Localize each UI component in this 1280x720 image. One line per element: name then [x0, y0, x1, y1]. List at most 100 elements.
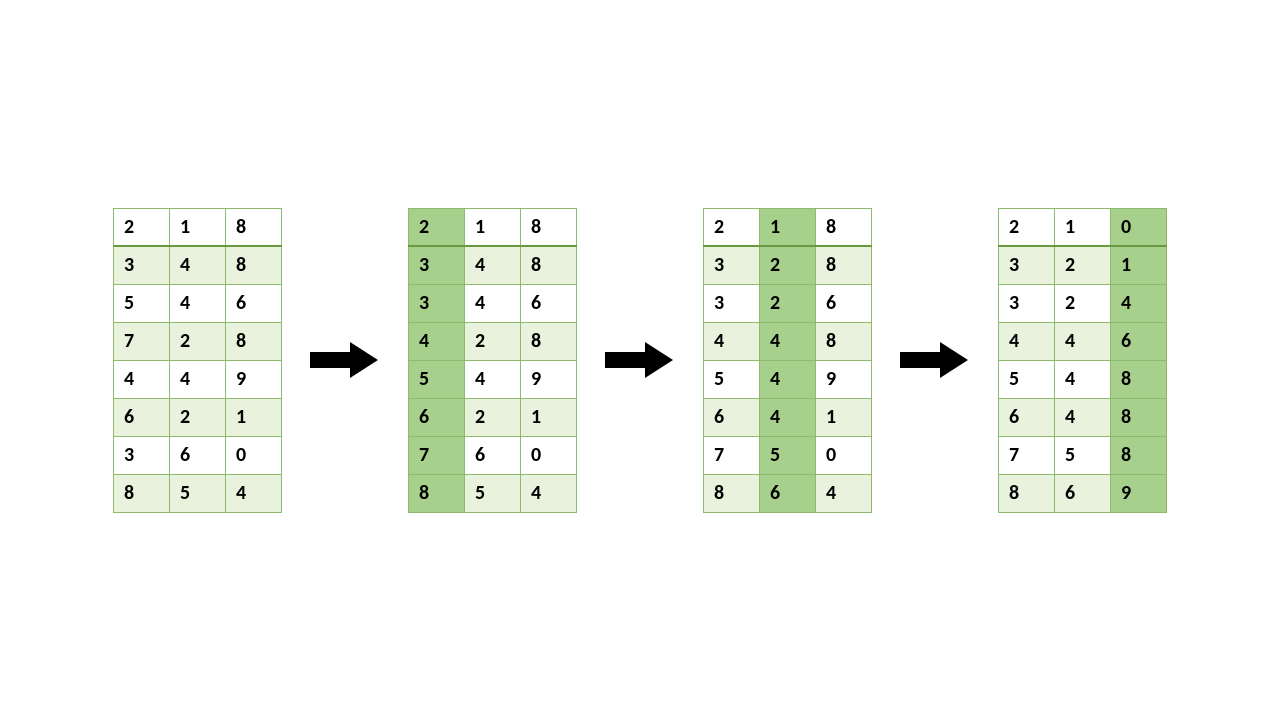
cell: 1	[521, 398, 577, 436]
cell: 4	[409, 322, 465, 360]
arrow-right-icon	[605, 340, 675, 380]
cell: 0	[816, 436, 872, 474]
cell: 1	[1055, 208, 1111, 246]
cell: 6	[816, 284, 872, 322]
cell: 6	[114, 398, 170, 436]
cell: 5	[999, 360, 1055, 398]
cell: 6	[760, 474, 816, 512]
cell: 5	[114, 284, 170, 322]
cell: 2	[1055, 284, 1111, 322]
cell: 3	[114, 246, 170, 284]
cell: 8	[816, 208, 872, 246]
cell: 1	[226, 398, 282, 436]
cell: 4	[1055, 360, 1111, 398]
cell: 4	[1111, 284, 1167, 322]
cell: 4	[465, 360, 521, 398]
cell: 9	[816, 360, 872, 398]
cell: 3	[409, 284, 465, 322]
cell: 1	[760, 208, 816, 246]
cell: 1	[816, 398, 872, 436]
cell: 2	[409, 208, 465, 246]
cell: 2	[760, 284, 816, 322]
cell: 9	[226, 360, 282, 398]
cell: 4	[170, 284, 226, 322]
cell: 9	[1111, 474, 1167, 512]
cell: 8	[1111, 398, 1167, 436]
cell: 4	[465, 246, 521, 284]
cell: 2	[704, 208, 760, 246]
cell: 8	[226, 322, 282, 360]
cell: 8	[114, 474, 170, 512]
cell: 4	[1055, 398, 1111, 436]
cell: 6	[1055, 474, 1111, 512]
arrow-right-icon	[900, 340, 970, 380]
cell: 5	[760, 436, 816, 474]
cell: 7	[704, 436, 760, 474]
cell: 4	[114, 360, 170, 398]
cell: 2	[465, 322, 521, 360]
cell: 4	[760, 322, 816, 360]
cell: 0	[226, 436, 282, 474]
cell: 6	[521, 284, 577, 322]
cell: 4	[704, 322, 760, 360]
cell: 7	[999, 436, 1055, 474]
cell: 4	[170, 246, 226, 284]
cell: 3	[999, 284, 1055, 322]
cell: 8	[521, 246, 577, 284]
cell: 6	[409, 398, 465, 436]
cell: 6	[226, 284, 282, 322]
cell: 6	[1111, 322, 1167, 360]
cell: 3	[704, 246, 760, 284]
cell: 2	[170, 322, 226, 360]
cell: 8	[521, 208, 577, 246]
cell: 9	[521, 360, 577, 398]
sort-diagram: 2183485467284496213608542183483464285496…	[113, 208, 1167, 513]
cell: 8	[226, 208, 282, 246]
cell: 2	[999, 208, 1055, 246]
cell: 1	[170, 208, 226, 246]
cell: 8	[226, 246, 282, 284]
cell: 8	[1111, 436, 1167, 474]
cell: 5	[704, 360, 760, 398]
cell: 2	[465, 398, 521, 436]
cell: 6	[170, 436, 226, 474]
cell: 5	[170, 474, 226, 512]
cell: 7	[114, 322, 170, 360]
cell: 4	[760, 398, 816, 436]
cell: 4	[816, 474, 872, 512]
cell: 4	[226, 474, 282, 512]
cell: 6	[704, 398, 760, 436]
cell: 3	[114, 436, 170, 474]
cell: 4	[521, 474, 577, 512]
cell: 0	[1111, 208, 1167, 246]
cell: 6	[999, 398, 1055, 436]
cell: 8	[1111, 360, 1167, 398]
sort-step-table-1: 218348346428549621760854	[408, 208, 577, 513]
cell: 7	[409, 436, 465, 474]
cell: 3	[704, 284, 760, 322]
cell: 2	[114, 208, 170, 246]
cell: 8	[999, 474, 1055, 512]
cell: 2	[760, 246, 816, 284]
cell: 4	[170, 360, 226, 398]
cell: 8	[409, 474, 465, 512]
sort-step-table-3: 210321324446548648758869	[998, 208, 1167, 513]
cell: 4	[760, 360, 816, 398]
cell: 8	[704, 474, 760, 512]
cell: 3	[999, 246, 1055, 284]
cell: 2	[170, 398, 226, 436]
sort-step-table-2: 218328326448549641750864	[703, 208, 872, 513]
cell: 8	[521, 322, 577, 360]
cell: 4	[1055, 322, 1111, 360]
cell: 5	[465, 474, 521, 512]
cell: 4	[465, 284, 521, 322]
cell: 5	[1055, 436, 1111, 474]
cell: 1	[1111, 246, 1167, 284]
cell: 3	[409, 246, 465, 284]
cell: 2	[1055, 246, 1111, 284]
cell: 1	[465, 208, 521, 246]
cell: 8	[816, 322, 872, 360]
cell: 6	[465, 436, 521, 474]
cell: 8	[816, 246, 872, 284]
cell: 4	[999, 322, 1055, 360]
